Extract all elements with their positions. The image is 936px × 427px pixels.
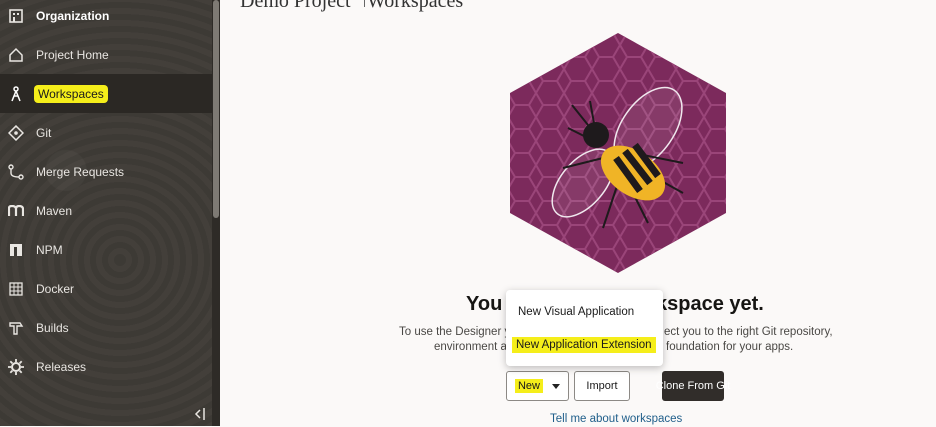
main-content: Demo Project Workspaces You kspace yet. …	[220, 0, 936, 426]
desc-line2-left: environment a	[434, 341, 507, 353]
sidebar-item-merge-requests[interactable]: Merge Requests	[0, 152, 212, 191]
sidebar-item-workspaces[interactable]: Workspaces	[0, 74, 212, 113]
building-icon	[8, 8, 24, 24]
collapse-sidebar-icon[interactable]	[193, 406, 207, 422]
breadcrumb-project[interactable]: Demo Project	[240, 0, 351, 13]
sidebar-item-label: Docker	[36, 281, 75, 296]
sidebar-item-label: Merge Requests	[36, 164, 125, 179]
merge-icon	[8, 163, 24, 180]
sidebar-item-maven[interactable]: Maven	[0, 191, 212, 230]
desc-line1-right: ect you to the right Git repository,	[664, 326, 833, 338]
maven-icon	[8, 203, 24, 219]
home-icon	[8, 47, 24, 63]
page-title: Workspaces	[367, 0, 464, 12]
clone-from-git-button[interactable]: Clone From Git	[656, 371, 730, 401]
sidebar-item-npm[interactable]: NPM	[0, 230, 212, 269]
bee-illustration	[510, 33, 726, 273]
sidebar-item-label: Releases	[36, 359, 87, 374]
sidebar-item-label: Workspaces	[36, 86, 106, 101]
new-button-label: New	[514, 379, 543, 393]
sidebar-item-label: Builds	[36, 320, 69, 335]
new-button[interactable]: New	[506, 371, 569, 401]
sidebar-scrollbar[interactable]	[212, 0, 220, 426]
menu-item-new-application-extension[interactable]: New Application Extension	[512, 337, 656, 353]
workspaces-icon	[8, 85, 24, 102]
sidebar-item-builds[interactable]: Builds	[0, 308, 212, 347]
clone-label: Clone From Git	[655, 380, 731, 392]
desc-line2-right: foundation for your apps.	[666, 341, 794, 353]
git-icon	[8, 124, 24, 141]
npm-icon	[8, 242, 24, 258]
tell-me-link[interactable]: Tell me about workspaces	[550, 413, 682, 425]
chevron-down-icon	[552, 383, 560, 389]
heading-left: You	[466, 293, 503, 315]
docker-icon	[8, 281, 24, 297]
import-button[interactable]: Import	[574, 371, 630, 401]
sidebar: Organization Project Home Workspaces Git…	[0, 0, 220, 426]
sidebar-item-label: NPM	[36, 242, 63, 257]
gear-icon	[8, 358, 24, 375]
sidebar-item-project-home[interactable]: Project Home	[0, 35, 212, 74]
sidebar-item-label: Maven	[36, 203, 73, 218]
heading-right: kspace yet.	[656, 293, 764, 315]
sidebar-item-label: Project Home	[36, 47, 109, 62]
sidebar-item-organization[interactable]: Organization	[0, 0, 212, 35]
menu-item-new-visual-application[interactable]: New Visual Application	[518, 306, 634, 318]
new-dropdown-menu: New Visual Application New Application E…	[506, 290, 663, 366]
scrollbar-thumb[interactable]	[213, 0, 219, 218]
sidebar-item-label: Organization	[36, 8, 110, 23]
sidebar-item-docker[interactable]: Docker	[0, 269, 212, 308]
desc-line1-left: To use the Designer y	[399, 326, 511, 338]
sidebar-item-releases[interactable]: Releases	[0, 347, 212, 386]
sidebar-item-label: Git	[36, 125, 52, 140]
sidebar-item-git[interactable]: Git	[0, 113, 212, 152]
builds-icon	[8, 320, 24, 336]
breadcrumb-separator	[364, 0, 365, 7]
